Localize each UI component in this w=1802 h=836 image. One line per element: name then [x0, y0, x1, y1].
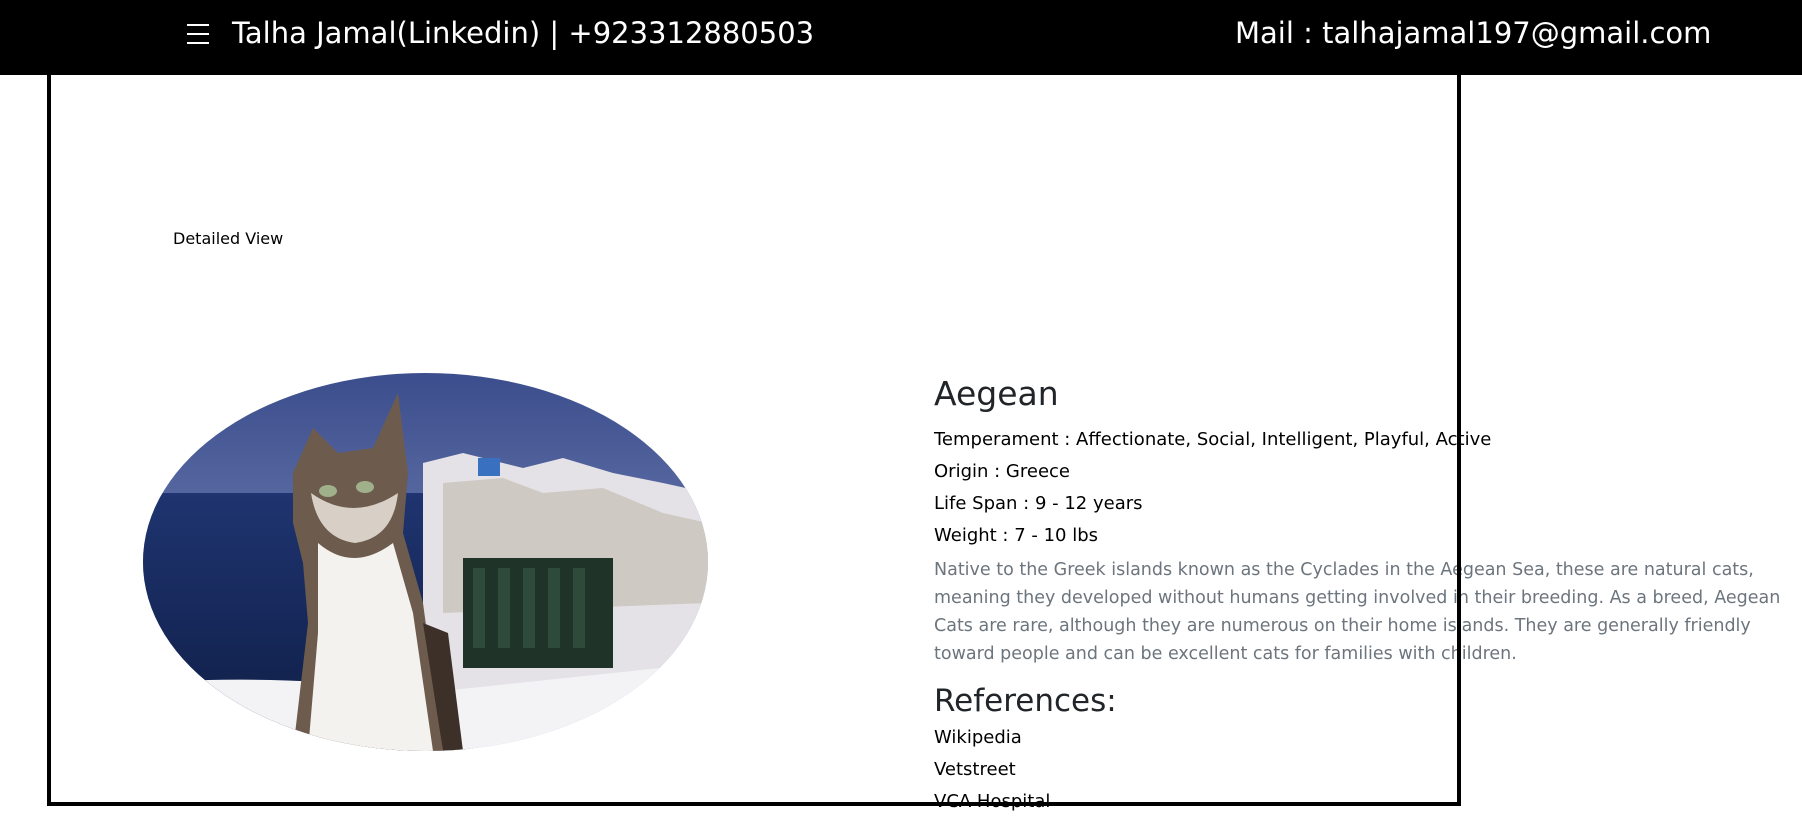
- breed-info: Aegean Temperament : Affectionate, Socia…: [934, 372, 1794, 818]
- cat-photo: [143, 373, 708, 751]
- breed-description: Native to the Greek islands known as the…: [934, 560, 1781, 664]
- detail-view-label: Detailed View: [173, 229, 284, 248]
- reference-link-vca-hospital[interactable]: VCA Hospital: [934, 786, 1794, 818]
- contact-linkedin-phone[interactable]: Talha Jamal(Linkedin) | +923312880503: [232, 14, 814, 52]
- breed-life-span: Life Span : 9 - 12 years: [934, 493, 1143, 514]
- contact-email[interactable]: Mail : talhajamal197@gmail.com: [1235, 14, 1711, 52]
- references-heading: References:: [934, 683, 1117, 719]
- top-bar: Talha Jamal(Linkedin) | +923312880503 Ma…: [0, 0, 1802, 75]
- breed-weight: Weight : 7 - 10 lbs: [934, 525, 1099, 546]
- breed-temperament: Temperament : Affectionate, Social, Inte…: [934, 429, 1492, 450]
- breed-name: Aegean: [934, 374, 1059, 413]
- reference-link-wikipedia[interactable]: Wikipedia: [934, 722, 1794, 754]
- hamburger-icon[interactable]: [187, 22, 209, 46]
- breed-origin: Origin : Greece: [934, 461, 1070, 482]
- reference-link-vetstreet[interactable]: Vetstreet: [934, 754, 1794, 786]
